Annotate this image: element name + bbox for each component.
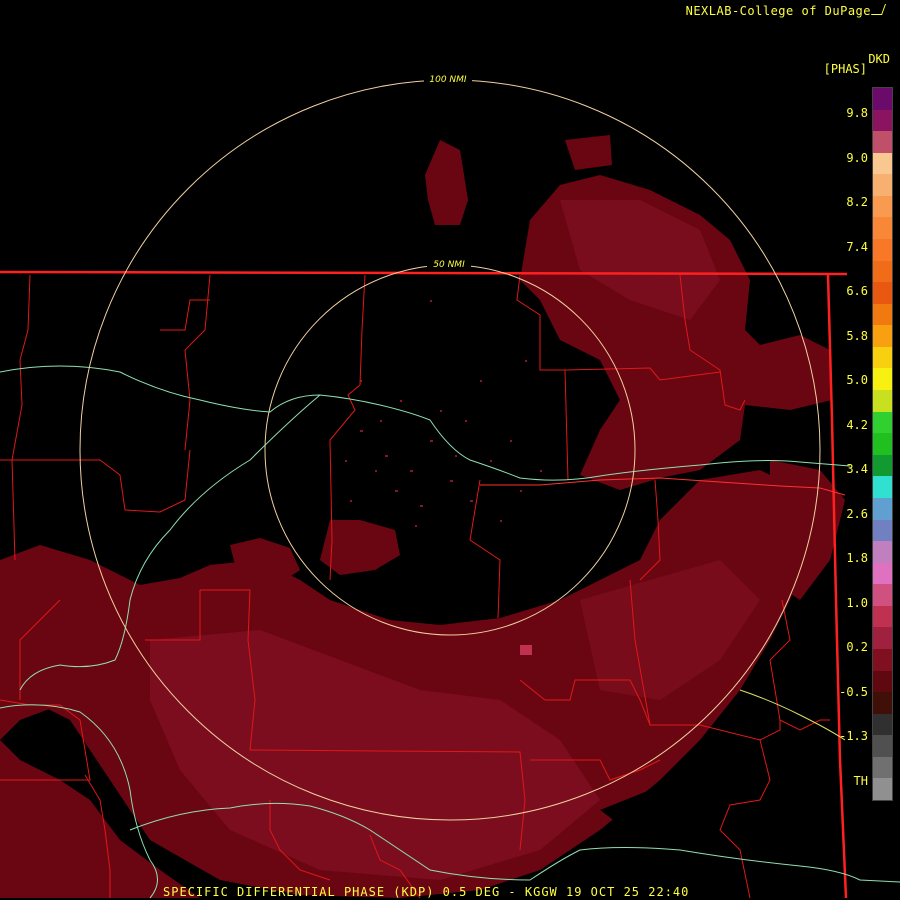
- legend-label: 1.8: [846, 551, 868, 565]
- echo-bright-cell: [520, 645, 532, 655]
- legend-label: 1.0: [846, 595, 868, 610]
- legend-swatch: [873, 282, 892, 305]
- echo-gap-se: [770, 670, 845, 820]
- color-legend-bar: [872, 87, 893, 801]
- logo-icon: [870, 4, 887, 15]
- legend-label: 5.0: [846, 373, 868, 387]
- legend-units: [PHAS]: [823, 62, 867, 76]
- legend-swatch: [873, 670, 892, 693]
- legend-swatch: [873, 325, 892, 348]
- legend-product-code: DKD: [868, 52, 890, 66]
- legend-swatch: [873, 368, 892, 391]
- legend-swatch: [873, 454, 892, 477]
- legend-swatch: [873, 433, 892, 456]
- legend-swatch: [873, 562, 892, 585]
- legend-label: 6.6: [846, 284, 868, 298]
- credit-label: NEXLAB-College of DuPage: [685, 4, 871, 18]
- legend-swatch: [873, 735, 892, 758]
- legend-label: 4.2: [846, 417, 868, 432]
- legend-swatch: [873, 605, 892, 628]
- legend-swatch: [873, 109, 892, 132]
- legend-label: TH: [853, 773, 868, 788]
- legend-swatch: [873, 239, 892, 262]
- echo-speckle: [345, 300, 542, 527]
- ring-label-100: 100 NMI: [429, 75, 467, 85]
- legend-swatch: [873, 476, 892, 499]
- credit-text: NEXLAB-College of DuPage: [685, 4, 887, 18]
- legend-swatch: [873, 195, 892, 218]
- ring-label-50: 50 NMI: [433, 260, 465, 270]
- radar-echoes: [0, 135, 845, 898]
- product-caption: SPECIFIC DIFFERENTIAL PHASE (KDP) 0.5 DE…: [163, 885, 690, 899]
- legend-label: -0.5: [839, 684, 868, 699]
- legend-swatch: [873, 627, 892, 650]
- legend-label: 8.2: [846, 195, 868, 209]
- legend-swatch: [873, 519, 892, 542]
- legend-swatch: [873, 303, 892, 326]
- radar-map: 100 NMI 50 NMI: [0, 73, 900, 899]
- legend-swatch: [873, 390, 892, 413]
- echo-north-small-2: [565, 135, 612, 170]
- legend-label: 2.6: [846, 506, 868, 521]
- legend-swatch: [873, 648, 892, 672]
- legend-swatch: [873, 778, 892, 801]
- legend-swatch: [873, 497, 892, 520]
- legend-label: 9.0: [846, 150, 868, 165]
- legend-swatch: [873, 131, 892, 154]
- legend-swatch: [873, 756, 892, 779]
- legend-label: 7.4: [846, 239, 868, 254]
- legend-swatch: [873, 152, 892, 175]
- legend-swatch: [873, 584, 892, 607]
- legend-label: 3.4: [846, 462, 868, 476]
- echo-north-small: [425, 140, 468, 225]
- legend-label: 9.8: [846, 106, 868, 120]
- legend-label: -1.3: [839, 729, 868, 743]
- legend-swatch: [873, 411, 892, 434]
- legend-swatch: [873, 713, 892, 736]
- legend-swatch: [873, 217, 892, 240]
- legend-swatch: [873, 346, 892, 369]
- legend-swatch: [873, 174, 892, 197]
- legend-label: 0.2: [846, 640, 868, 654]
- legend-swatch: [873, 88, 892, 111]
- legend-label: 5.8: [846, 328, 868, 343]
- legend-swatch: [873, 541, 892, 564]
- legend-swatch: [873, 260, 892, 283]
- legend-swatch: [873, 692, 892, 715]
